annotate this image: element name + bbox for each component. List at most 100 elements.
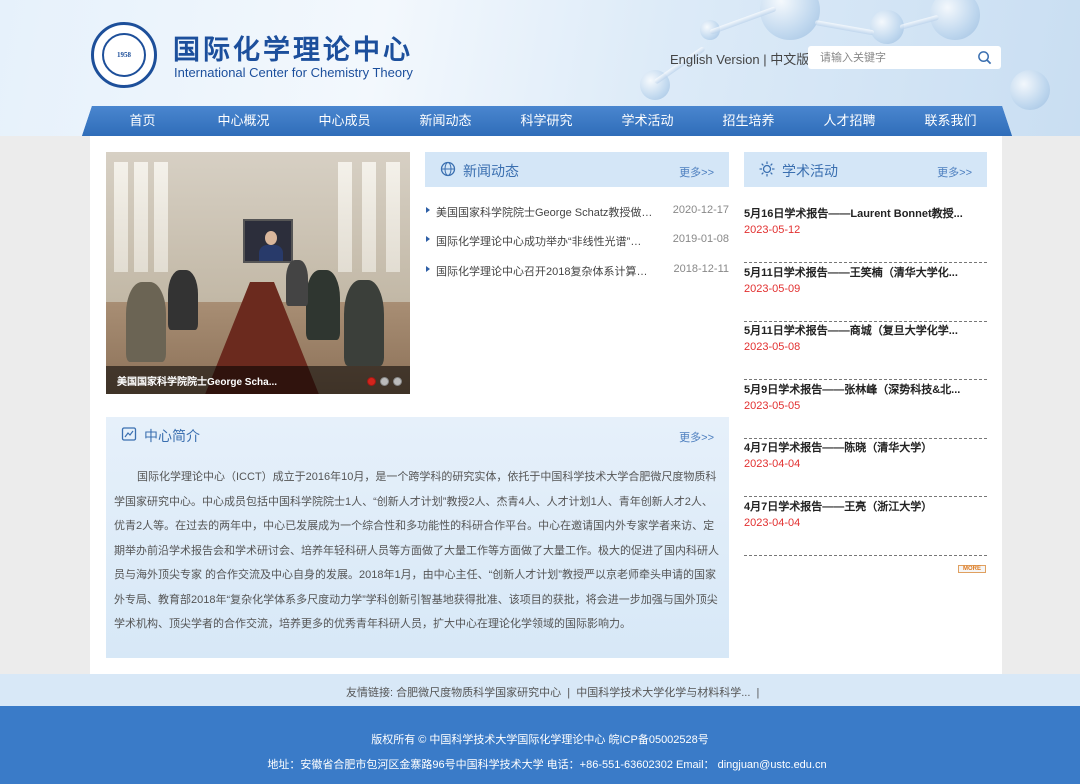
photo-window (362, 162, 376, 272)
activity-date: 2023-05-09 (744, 283, 801, 295)
photo-person (126, 282, 166, 362)
nav-item-members[interactable]: 中心成员 (294, 106, 395, 136)
english-version-link[interactable]: English Version (670, 52, 760, 67)
news-item-title[interactable]: 美国国家科学院院士George Schatz教授做客… (436, 204, 658, 220)
activity-item[interactable]: 4月7日学术报告——王亮（浙江大学） 2023-04-04 (744, 498, 987, 556)
slider-dot-2[interactable] (380, 377, 389, 386)
footer-copyright: 版权所有 © 中国科学技术大学国际化学理论中心 皖ICP备05002528号 (371, 734, 709, 746)
news-item[interactable]: 国际化学理论中心成功举办“非线性光谱”… 2019-01-08 (426, 233, 729, 249)
intro-header: 中心简介 更多>> (106, 417, 729, 452)
activity-date: 2023-04-04 (744, 458, 801, 470)
friendly-link[interactable]: 合肥微尺度物质科学国家研究中心 (396, 687, 561, 699)
activity-title[interactable]: 5月11日学术报告——商城（复旦大学化学... (744, 322, 984, 338)
nav-item-news[interactable]: 新闻动态 (395, 106, 496, 136)
bullet-arrow-icon (426, 266, 430, 272)
globe-icon (440, 161, 456, 177)
activity-date: 2023-05-05 (744, 400, 801, 412)
link-separator: | (756, 687, 760, 699)
intro-text: 国际化学理论中心（ICCT）成立于2016年10月，是一个跨学科的研究实体，依托… (114, 471, 719, 630)
photo-window (154, 162, 168, 272)
activities-header: 学术活动 更多>> (744, 152, 987, 187)
molecule-decoration (760, 0, 820, 40)
photo-person (344, 280, 384, 366)
slider-caption[interactable]: 美国国家科学院院士George Scha... (117, 373, 277, 388)
intro-section: 中心简介 更多>> 国际化学理论中心（ICCT）成立于2016年10月，是一个跨… (106, 417, 729, 658)
activity-item[interactable]: 4月7日学术报告——陈晓（清华大学） 2023-04-04 (744, 439, 987, 497)
lang-separator: | (763, 52, 767, 67)
news-header: 新闻动态 更多>> (425, 152, 729, 187)
news-slider-image[interactable]: 美国国家科学院院士George Scha... (106, 152, 410, 394)
slider-dot-3[interactable] (393, 377, 402, 386)
activity-item[interactable]: 5月11日学术报告——王笑楠（清华大学化... 2023-05-09 (744, 264, 987, 322)
photo-window (386, 162, 400, 272)
activity-item[interactable]: 5月11日学术报告——商城（复旦大学化学... 2023-05-08 (744, 322, 987, 380)
news-title: 新闻动态 (463, 163, 519, 179)
activity-item[interactable]: 5月16日学术报告——Laurent Bonnet教授... 2023-05-1… (744, 205, 987, 263)
nav-item-admission[interactable]: 招生培养 (698, 106, 799, 136)
friendly-links: 友情链接: 合肥微尺度物质科学国家研究中心 | 中国科学技术大学化学与材料科学.… (0, 674, 1080, 706)
news-more-link[interactable]: 更多>> (679, 164, 714, 180)
photo-window (114, 162, 128, 272)
friendly-links-row: 友情链接: 合肥微尺度物质科学国家研究中心 | 中国科学技术大学化学与材料科学.… (346, 684, 759, 700)
news-item-date: 2019-01-08 (672, 233, 729, 245)
activity-title[interactable]: 5月9日学术报告——张林峰（深势科技&北... (744, 381, 984, 397)
search-input[interactable] (820, 49, 970, 66)
site-title: 国际化学理论中心 (173, 35, 413, 65)
activity-date: 2023-04-04 (744, 517, 801, 529)
activities-title: 学术活动 (782, 163, 838, 179)
document-chart-icon (121, 427, 137, 441)
photo-person (168, 270, 198, 330)
nav-item-activities[interactable]: 学术活动 (597, 106, 698, 136)
activity-date: 2023-05-08 (744, 341, 801, 353)
photo-screen (243, 219, 293, 263)
search-icon[interactable] (977, 50, 992, 65)
photo-window (338, 162, 352, 272)
activity-title[interactable]: 5月11日学术报告——王笑楠（清华大学化... (744, 264, 984, 280)
news-item-date: 2018-12-11 (673, 263, 729, 275)
activity-date: 2023-05-12 (744, 224, 801, 236)
news-item-title[interactable]: 国际化学理论中心召开2018复杂体系计算统… (436, 263, 658, 279)
photo-person (286, 260, 308, 306)
intro-more-link[interactable]: 更多>> (679, 429, 714, 445)
slider-caption-bar: 美国国家科学院院士George Scha... (106, 366, 410, 394)
university-logo[interactable]: 1958 (91, 22, 157, 88)
activity-title[interactable]: 5月16日学术报告——Laurent Bonnet教授... (744, 205, 984, 221)
nav-item-contact[interactable]: 联系我们 (900, 106, 1001, 136)
nav-item-recruitment[interactable]: 人才招聘 (799, 106, 900, 136)
news-item-title[interactable]: 国际化学理论中心成功举办“非线性光谱”… (436, 233, 658, 249)
nav-item-home[interactable]: 首页 (92, 106, 193, 136)
site-footer: 版权所有 © 中国科学技术大学国际化学理论中心 皖ICP备05002528号 地… (0, 706, 1080, 784)
more-badge-button[interactable]: MORE (958, 565, 986, 573)
bullet-arrow-icon (426, 207, 430, 213)
activity-item[interactable]: 5月9日学术报告——张林峰（深势科技&北... 2023-05-05 (744, 381, 987, 439)
photo-speaker-face (265, 231, 277, 245)
footer-contact: 地址：安徽省合肥市包河区金寨路96号中国科学技术大学 电话：+86-551-63… (267, 759, 827, 771)
news-item-date: 2020-12-17 (672, 204, 729, 216)
site-subtitle: International Center for Chemistry Theor… (174, 65, 413, 80)
nav-item-overview[interactable]: 中心概况 (193, 106, 294, 136)
nav-item-research[interactable]: 科学研究 (496, 106, 597, 136)
intro-title: 中心简介 (144, 428, 200, 444)
search-box (808, 46, 1001, 69)
friendly-link[interactable]: 中国科学技术大学化学与材料科学... (576, 687, 750, 699)
molecule-decoration (1010, 70, 1050, 110)
activity-title[interactable]: 4月7日学术报告——王亮（浙江大学） (744, 498, 984, 514)
main-nav: 首页 中心概况 中心成员 新闻动态 科学研究 学术活动 招生培养 人才招聘 联系… (82, 106, 1012, 136)
news-item[interactable]: 美国国家科学院院士George Schatz教授做客… 2020-12-17 (426, 204, 729, 220)
bullet-arrow-icon (426, 236, 430, 242)
language-switch: English Version | 中文版 (670, 49, 809, 68)
activities-more-link[interactable]: 更多>> (937, 164, 972, 180)
friendly-links-label: 友情链接: (346, 687, 394, 699)
slider-dot-1[interactable] (367, 377, 376, 386)
photo-speaker-body (259, 245, 283, 261)
news-item[interactable]: 国际化学理论中心召开2018复杂体系计算统… 2018-12-11 (426, 263, 729, 279)
chinese-version-link[interactable]: 中文版 (770, 52, 809, 67)
bond-decoration (814, 20, 875, 36)
sun-icon (759, 161, 775, 177)
photo-person (306, 270, 340, 340)
link-separator: | (567, 687, 571, 699)
nav-list: 首页 中心概况 中心成员 新闻动态 科学研究 学术活动 招生培养 人才招聘 联系… (92, 106, 1002, 136)
logo-seal: 1958 (102, 33, 146, 77)
photo-window (134, 162, 148, 272)
activity-title[interactable]: 4月7日学术报告——陈晓（清华大学） (744, 439, 984, 455)
